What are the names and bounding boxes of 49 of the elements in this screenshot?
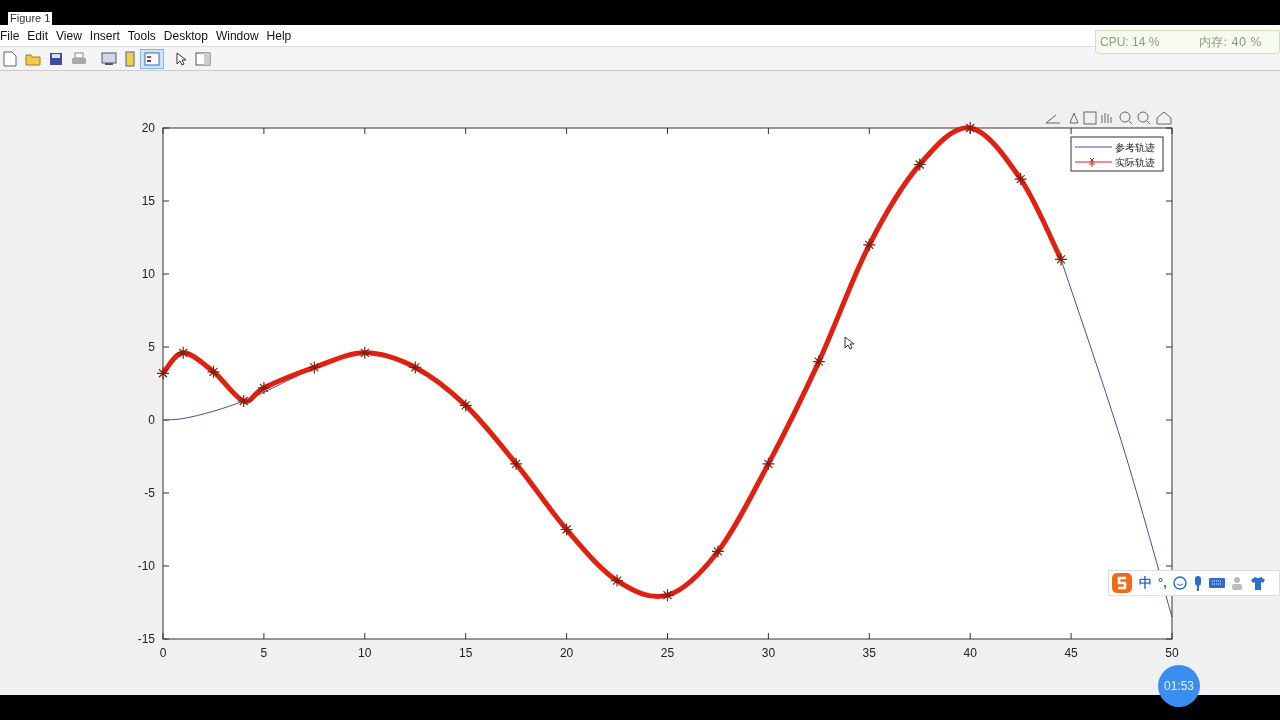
save-icon xyxy=(49,51,63,66)
legend-label: 参考轨迹 xyxy=(1115,142,1155,153)
pointer-icon xyxy=(175,51,187,66)
cpu-reading: CPU: 14 % xyxy=(1100,34,1160,51)
x-tick-label: 15 xyxy=(459,646,473,660)
menu-item[interactable]: Insert xyxy=(85,26,124,45)
legend-label: 实际轨迹 xyxy=(1115,157,1155,168)
y-tick-label: 15 xyxy=(141,194,155,208)
y-tick-label: 0 xyxy=(148,413,155,427)
x-tick-label: 0 xyxy=(159,646,167,660)
x-tick-label: 30 xyxy=(761,646,776,660)
x-tick-label: 25 xyxy=(660,646,675,660)
new-file-icon xyxy=(3,50,17,67)
x-tick-label: 20 xyxy=(559,646,574,660)
menu-item[interactable]: Edit xyxy=(23,26,53,45)
smiley-icon[interactable] xyxy=(1172,576,1187,590)
printer-icon xyxy=(71,51,87,66)
toolbar-button[interactable] xyxy=(140,48,164,69)
menu-item[interactable]: Desktop xyxy=(159,26,212,45)
window-title: Figure 1 xyxy=(8,12,53,25)
y-tick-label: 20 xyxy=(141,121,155,135)
y-tick-label: -10 xyxy=(137,559,155,573)
x-tick-label: 45 xyxy=(1064,646,1078,660)
menu-item[interactable]: Tools xyxy=(123,26,160,45)
menu-item[interactable]: View xyxy=(52,26,86,45)
x-tick-label: 50 xyxy=(1165,646,1179,660)
memory-reading: 内存: 40 % xyxy=(1199,34,1262,51)
monitor-icon xyxy=(101,51,117,66)
ime-punctuation[interactable]: °, xyxy=(1158,573,1167,593)
y-tick-label: -5 xyxy=(144,486,155,500)
ime-mode[interactable]: 中 xyxy=(1139,573,1152,593)
menu-item[interactable]: File xyxy=(0,26,24,45)
legend-icon xyxy=(144,51,160,66)
x-tick-label: 40 xyxy=(963,646,977,660)
y-tick-label: 10 xyxy=(141,267,155,281)
colorbar-icon xyxy=(125,50,135,67)
x-tick-label: 35 xyxy=(862,646,876,660)
menu-item[interactable]: Window xyxy=(211,26,263,45)
microphone-icon[interactable] xyxy=(1192,575,1203,591)
shirt-icon[interactable] xyxy=(1250,576,1265,590)
y-tick-label: -15 xyxy=(137,632,155,646)
folder-icon xyxy=(25,51,41,66)
panel-icon xyxy=(195,51,211,66)
x-tick-label: 5 xyxy=(260,646,268,660)
y-tick-label: 5 xyxy=(148,340,155,354)
keyboard-icon[interactable] xyxy=(1208,577,1225,589)
mouse-cursor-icon xyxy=(844,336,855,350)
menu-item[interactable]: Help xyxy=(262,26,296,45)
x-tick-label: 10 xyxy=(358,646,372,660)
